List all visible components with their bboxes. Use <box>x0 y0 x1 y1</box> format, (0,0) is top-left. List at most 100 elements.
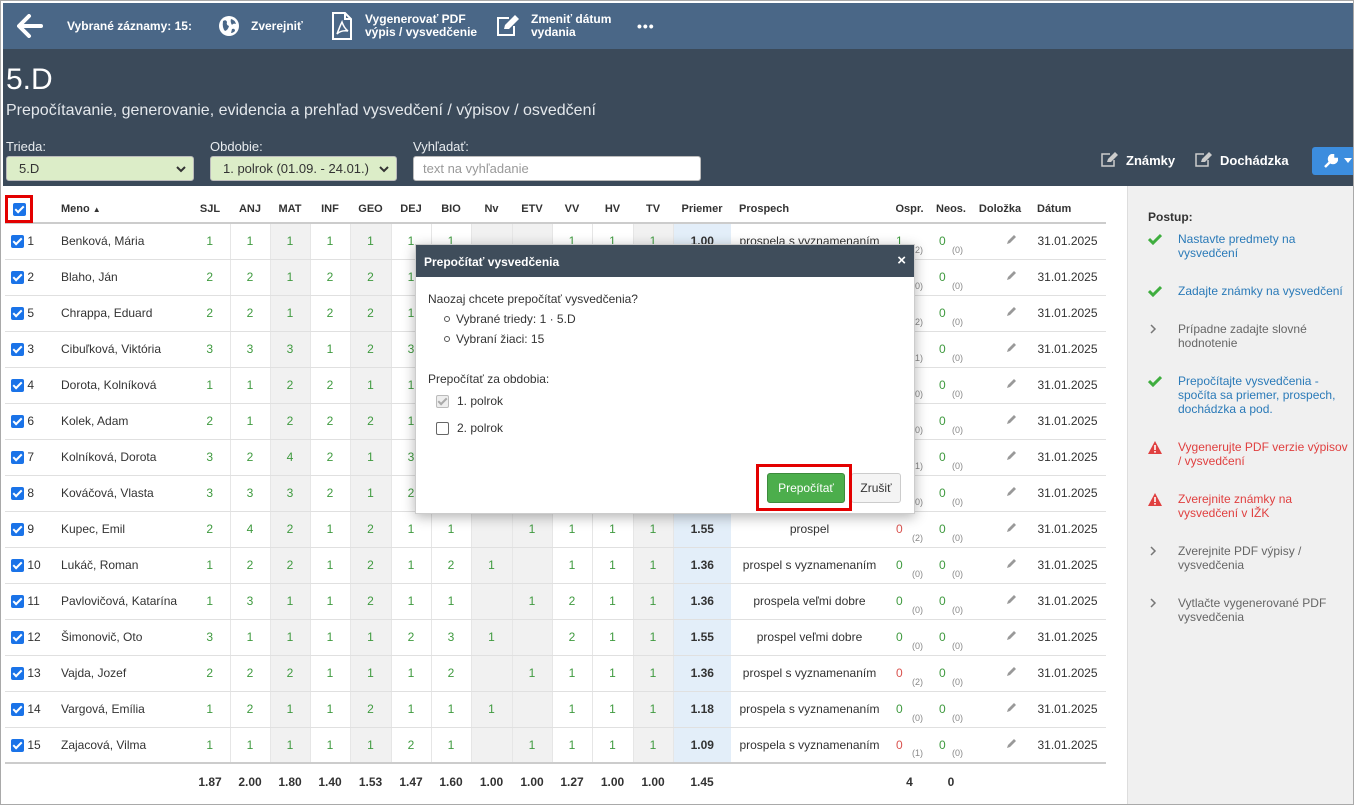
grade-etv[interactable]: 1 <box>512 727 553 764</box>
pencil-icon[interactable] <box>1006 234 1017 245</box>
grade-geo[interactable]: 2 <box>350 547 392 584</box>
grade-geo[interactable]: 1 <box>350 655 392 692</box>
student-name[interactable]: Benková, Mária <box>53 223 190 260</box>
grade-anj[interactable]: 4 <box>230 511 271 548</box>
grade-mat[interactable]: 3 <box>270 331 311 368</box>
grade-mat[interactable]: 1 <box>270 295 311 332</box>
grade-tv[interactable]: 1 <box>633 619 674 656</box>
pencil-icon[interactable] <box>1006 414 1017 425</box>
grade-bio[interactable]: 3 <box>431 619 472 656</box>
grade-vv[interactable]: 1 <box>552 655 593 692</box>
column-header-name[interactable]: Meno ▲ <box>53 196 190 224</box>
grade-sjl[interactable]: 2 <box>190 655 231 692</box>
period2-checkbox[interactable] <box>436 422 449 436</box>
column-header-result[interactable]: Prospech <box>731 196 888 224</box>
grade-mat[interactable]: 2 <box>270 547 311 584</box>
column-header-excused[interactable]: Ospr. <box>888 196 931 224</box>
grade-nv[interactable]: 1 <box>471 619 513 656</box>
grade-inf[interactable]: 2 <box>310 259 351 296</box>
grade-bio[interactable]: 2 <box>431 655 472 692</box>
pencil-icon[interactable] <box>1006 666 1017 677</box>
class-select[interactable]: 5.D <box>6 156 194 181</box>
grade-dej[interactable]: 1 <box>391 691 432 728</box>
grade-mat[interactable]: 1 <box>270 223 311 260</box>
row-select[interactable]: 12 <box>5 619 53 656</box>
column-header-geo[interactable]: GEO <box>350 196 391 224</box>
grade-bio[interactable]: 1 <box>431 583 472 620</box>
column-header-sjl[interactable]: SJL <box>190 196 230 224</box>
row-select[interactable]: 8 <box>5 475 53 512</box>
step-2[interactable]: Zadajte známky na vysvedčení <box>1147 284 1348 300</box>
row-checkbox[interactable] <box>11 487 24 501</box>
pencil-icon[interactable] <box>1006 558 1017 569</box>
column-header-anj[interactable]: ANJ <box>230 196 270 224</box>
column-header-date[interactable]: Dátum <box>1029 196 1106 224</box>
period2-option[interactable]: 2. polrok <box>436 418 902 438</box>
grade-sjl[interactable]: 2 <box>190 295 231 332</box>
grade-dej[interactable]: 1 <box>391 655 432 692</box>
student-name[interactable]: Vajda, Jozef <box>53 655 190 692</box>
student-name[interactable]: Cibuľková, Viktória <box>53 331 190 368</box>
row-select[interactable]: 9 <box>5 511 53 548</box>
student-name[interactable]: Kolek, Adam <box>53 403 190 440</box>
grade-nv[interactable] <box>471 655 513 692</box>
grade-sjl[interactable]: 1 <box>190 583 231 620</box>
grade-sjl[interactable]: 1 <box>190 691 231 728</box>
row-select[interactable]: 11 <box>5 583 53 620</box>
grade-sjl[interactable]: 2 <box>190 511 231 548</box>
grade-hv[interactable]: 1 <box>592 655 634 692</box>
grade-dej[interactable]: 2 <box>391 619 432 656</box>
column-header-vv[interactable]: VV <box>552 196 592 224</box>
student-name[interactable]: Vargová, Emília <box>53 691 190 728</box>
grade-inf[interactable]: 2 <box>310 367 351 404</box>
row-select[interactable]: 3 <box>5 331 53 368</box>
grades-link[interactable]: Známky <box>1100 152 1175 168</box>
grade-geo[interactable]: 1 <box>350 223 392 260</box>
grade-tv[interactable]: 1 <box>633 655 674 692</box>
grade-sjl[interactable]: 1 <box>190 367 231 404</box>
column-header-dej[interactable]: DEJ <box>391 196 431 224</box>
row-checkbox[interactable] <box>11 271 24 285</box>
pencil-icon[interactable] <box>1006 702 1017 713</box>
grade-mat[interactable]: 2 <box>270 403 311 440</box>
grade-bio[interactable]: 1 <box>431 727 472 764</box>
grade-vv[interactable]: 1 <box>552 511 593 548</box>
grade-sjl[interactable]: 1 <box>190 727 231 764</box>
step-5[interactable]: Vygenerujte PDF verzie výpisov / vysvedč… <box>1148 440 1348 468</box>
grade-anj[interactable]: 3 <box>230 583 271 620</box>
pencil-icon[interactable] <box>1006 306 1017 317</box>
grade-tv[interactable]: 1 <box>633 511 674 548</box>
grade-hv[interactable]: 1 <box>592 511 634 548</box>
student-name[interactable]: Dorota, Kolníková <box>53 367 190 404</box>
grade-anj[interactable]: 1 <box>230 223 271 260</box>
grade-geo[interactable]: 2 <box>350 511 392 548</box>
grade-mat[interactable]: 1 <box>270 259 311 296</box>
column-header-hv[interactable]: HV <box>592 196 633 224</box>
grade-nv[interactable] <box>471 727 513 764</box>
row-select[interactable]: 4 <box>5 367 53 404</box>
step-6[interactable]: Zverejnite známky na vysvedčení v IŽK <box>1148 492 1348 520</box>
step-1[interactable]: Nastavte predmety na vysvedčení <box>1147 232 1348 260</box>
row-select[interactable]: 5 <box>5 295 53 332</box>
search-input[interactable]: text na vyhľadanie <box>413 156 701 181</box>
grade-nv[interactable] <box>471 583 513 620</box>
grade-inf[interactable]: 1 <box>310 331 351 368</box>
grade-etv[interactable]: 1 <box>512 655 553 692</box>
grade-inf[interactable]: 1 <box>310 655 351 692</box>
grade-geo[interactable]: 2 <box>350 583 392 620</box>
grade-vv[interactable]: 1 <box>552 691 593 728</box>
grade-dej[interactable]: 1 <box>391 511 432 548</box>
grade-sjl[interactable]: 3 <box>190 331 231 368</box>
pencil-icon[interactable] <box>1006 522 1017 533</box>
student-name[interactable]: Lukáč, Roman <box>53 547 190 584</box>
column-header-tv[interactable]: TV <box>633 196 673 224</box>
grade-geo[interactable]: 2 <box>350 403 392 440</box>
grade-anj[interactable]: 1 <box>230 727 271 764</box>
grade-geo[interactable]: 2 <box>350 691 392 728</box>
grade-etv[interactable]: 1 <box>512 583 553 620</box>
grade-anj[interactable]: 3 <box>230 475 271 512</box>
grade-inf[interactable]: 2 <box>310 403 351 440</box>
column-header-mat[interactable]: MAT <box>270 196 310 224</box>
student-name[interactable]: Pavlovičová, Katarína <box>53 583 190 620</box>
student-name[interactable]: Chrappa, Eduard <box>53 295 190 332</box>
